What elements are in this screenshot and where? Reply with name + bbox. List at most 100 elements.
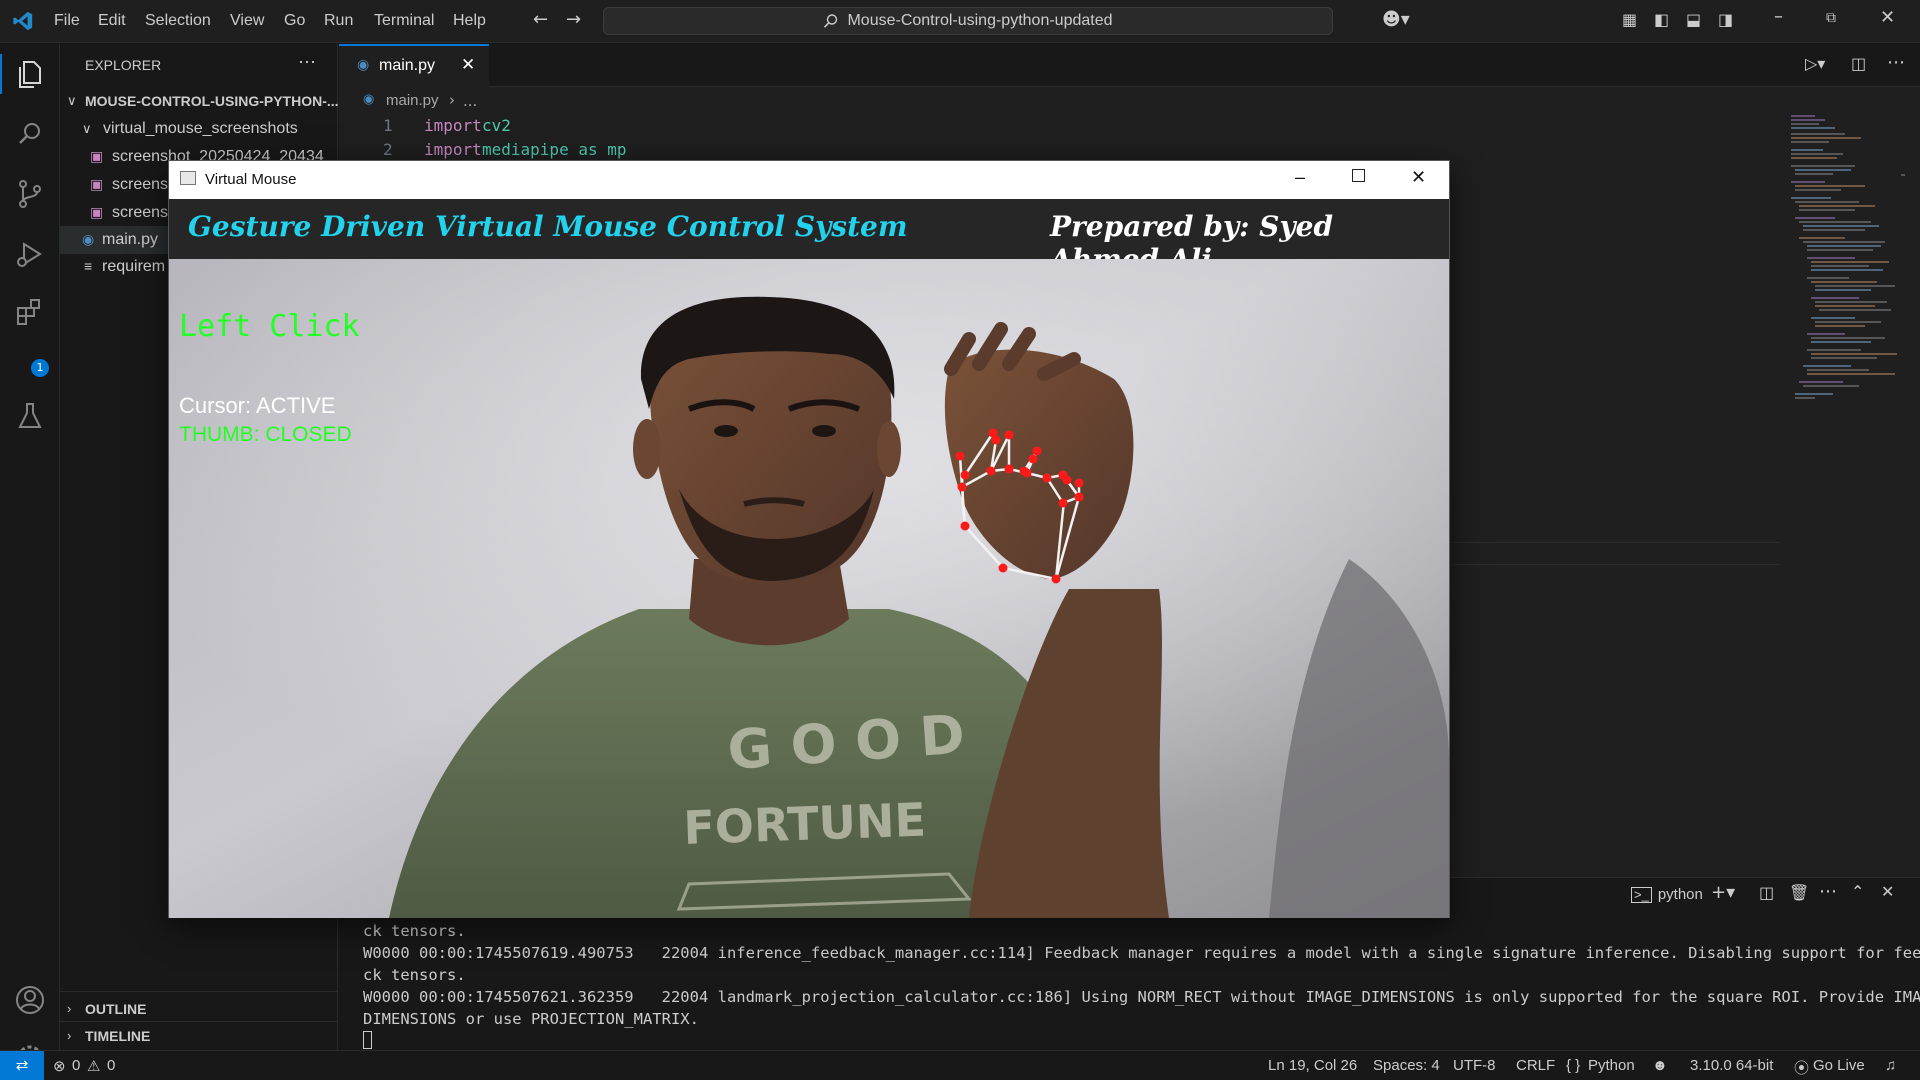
breadcrumb-separator-icon: › (449, 91, 455, 109)
terminal-profile[interactable]: >_ python (1631, 886, 1703, 903)
tab-main-py[interactable]: ◉ main.py ✕ (339, 44, 489, 87)
close-panel-icon[interactable]: ✕ (1881, 884, 1894, 900)
terminal-line: W0000 00:00:1745507621.362359 22004 land… (363, 988, 1920, 1006)
terminal-icon: >_ (1631, 886, 1652, 903)
forward-arrow-icon[interactable]: → (566, 11, 581, 29)
code-text: cv2 (482, 116, 511, 135)
close-window-icon[interactable]: ✕ (1880, 9, 1895, 27)
outline-section[interactable]: OUTLINE (85, 1001, 146, 1017)
file-screenshot-2[interactable]: screensl (112, 176, 172, 194)
encoding[interactable]: UTF-8 (1453, 1057, 1496, 1074)
restore-icon[interactable]: ⧉ (1826, 11, 1836, 25)
warning-count[interactable]: 0 (107, 1057, 115, 1074)
command-center-label: Mouse-Control-using-python-updated (847, 12, 1113, 29)
indentation[interactable]: Spaces: 4 (1373, 1057, 1440, 1074)
maximize-icon[interactable] (1352, 169, 1365, 182)
testing-flask-icon[interactable] (12, 398, 48, 434)
cursor-position[interactable]: Ln 19, Col 26 (1268, 1057, 1357, 1074)
editor-tab-bar: ◉ main.py ✕ ▷▾ ◫ ⋯ (339, 44, 1920, 87)
close-icon[interactable]: ✕ (1411, 167, 1426, 188)
account-icon[interactable] (12, 982, 48, 1018)
minimap[interactable] (1785, 110, 1905, 490)
extensions-icon[interactable] (12, 296, 48, 332)
chevron-down-icon[interactable]: ∨ (67, 93, 77, 109)
file-screenshot-3[interactable]: screensl (112, 204, 172, 222)
editor-more-icon[interactable]: ⋯ (1887, 54, 1905, 72)
error-count[interactable]: 0 (72, 1057, 80, 1074)
split-editor-icon[interactable]: ◫ (1851, 56, 1866, 72)
python-file-icon: ◉ (363, 92, 375, 107)
toggle-panel-icon[interactable]: ⬓ (1686, 12, 1701, 28)
language-mode[interactable]: Python (1588, 1057, 1635, 1074)
split-terminal-icon[interactable]: ◫ (1759, 885, 1774, 901)
breadcrumb-file[interactable]: main.py (386, 92, 439, 109)
divider (60, 1021, 338, 1022)
copilot-icon[interactable]: ☻▾ (1382, 11, 1410, 29)
notifications-bell-icon[interactable]: ♫ (1885, 1057, 1896, 1074)
terminal-line: W0000 00:00:1745507619.490753 22004 infe… (363, 944, 1920, 962)
terminal-line: ck tensors. (363, 922, 466, 940)
new-terminal-plus-icon[interactable]: +▾ (1711, 884, 1735, 902)
run-python-icon[interactable]: ▷▾ (1805, 56, 1825, 72)
status-bar: ⇄ ⊗ 0 ⚠ 0 Ln 19, Col 26 Spaces: 4 UTF-8 … (0, 1050, 1920, 1080)
menu-run[interactable]: Run (324, 12, 353, 30)
project-root[interactable]: MOUSE-CONTROL-USING-PYTHON-... (85, 93, 339, 109)
explorer-header: EXPLORER (85, 57, 162, 73)
broadcast-icon: ⦿ (1794, 1060, 1810, 1077)
chevron-right-icon[interactable]: › (67, 1001, 71, 1016)
terminal-line: DIMENSIONS or use PROJECTION_MATRIX. (363, 1010, 699, 1028)
virtual-mouse-title: Virtual Mouse (205, 171, 297, 188)
terminal-cursor[interactable] (363, 1031, 372, 1049)
search-icon (824, 14, 838, 28)
run-debug-icon[interactable] (12, 236, 48, 272)
chevron-down-icon[interactable]: ∨ (82, 121, 92, 137)
toggle-secondary-sidebar-icon[interactable]: ◨ (1718, 12, 1733, 28)
window-app-icon (180, 171, 196, 185)
virtual-mouse-titlebar[interactable]: Virtual Mouse – ✕ (169, 161, 1449, 199)
menu-terminal[interactable]: Terminal (374, 12, 434, 30)
line-number: 1 (383, 116, 393, 135)
breadcrumb-symbol[interactable]: ... (463, 92, 477, 110)
menu-help[interactable]: Help (453, 12, 486, 30)
menu-go[interactable]: Go (284, 12, 305, 30)
explorer-icon[interactable] (12, 56, 48, 92)
file-requirements[interactable]: requirem (102, 258, 165, 276)
menu-selection[interactable]: Selection (145, 12, 211, 30)
virtual-mouse-window[interactable]: Virtual Mouse – ✕ Gesture Driven Virtual… (168, 160, 1450, 918)
panel-more-icon[interactable]: ⋯ (1819, 883, 1837, 901)
more-actions-icon[interactable]: ⋯ (298, 52, 316, 73)
menu-edit[interactable]: Edit (98, 12, 126, 30)
maximize-panel-icon[interactable]: ⌃ (1851, 884, 1864, 900)
source-control-icon[interactable] (12, 176, 48, 212)
python-interpreter[interactable]: 3.10.0 64-bit (1690, 1057, 1773, 1074)
timeline-section[interactable]: TIMELINE (85, 1028, 150, 1044)
command-center-search[interactable]: Mouse-Control-using-python-updated (603, 7, 1333, 35)
terminal-profile-label: python (1657, 886, 1703, 903)
warning-icon[interactable]: ⚠ (87, 1057, 100, 1075)
folder-screenshots[interactable]: virtual_mouse_screenshots (103, 120, 298, 138)
image-file-icon: ▣ (90, 176, 104, 192)
minimize-icon[interactable]: – (1774, 8, 1783, 26)
trash-icon[interactable]: 🗑 (1789, 885, 1809, 901)
file-main-py[interactable]: main.py (102, 231, 158, 249)
remote-icon[interactable]: ⇄ (0, 1051, 44, 1080)
line-number: 2 (383, 140, 393, 159)
go-live[interactable]: Go Live (1813, 1057, 1865, 1074)
text-file-icon: ≡ (84, 258, 93, 274)
back-arrow-icon[interactable]: ← (533, 11, 548, 29)
chevron-right-icon[interactable]: › (67, 1028, 71, 1043)
line-ending[interactable]: CRLF (1516, 1057, 1555, 1074)
copilot-status-icon[interactable]: ☻ (1652, 1057, 1668, 1074)
python-file-icon: ◉ (82, 231, 95, 247)
close-tab-icon[interactable]: ✕ (461, 55, 475, 75)
extensions-badge: 1 (31, 359, 49, 377)
code-keyword: import (424, 140, 482, 159)
error-icon[interactable]: ⊗ (53, 1057, 66, 1075)
search-view-icon[interactable] (12, 116, 48, 152)
menu-view[interactable]: View (230, 12, 264, 30)
customize-layout-icon[interactable]: ▦ (1622, 12, 1637, 28)
menu-file[interactable]: File (54, 12, 80, 30)
minimize-icon[interactable]: – (1295, 167, 1305, 188)
terminal-line: ck tensors. (363, 966, 466, 984)
toggle-primary-sidebar-icon[interactable]: ◧ (1654, 12, 1669, 28)
